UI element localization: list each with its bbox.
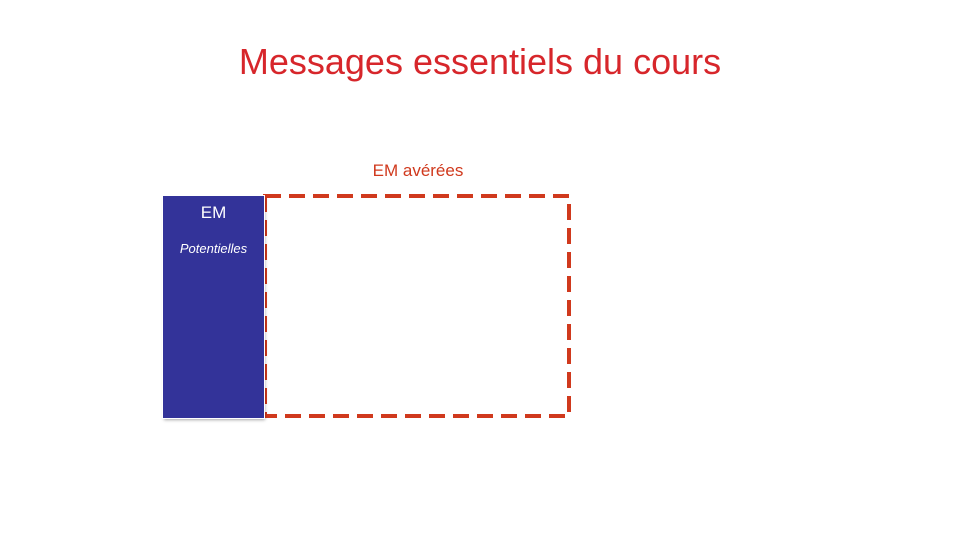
em-potentielles-block: EM Potentielles bbox=[163, 196, 264, 418]
em-block-subtitle: Potentielles bbox=[179, 241, 248, 256]
em-averees-dashed-box bbox=[263, 194, 571, 418]
dashed-rectangle bbox=[263, 194, 571, 418]
em-block-title: EM bbox=[200, 203, 227, 222]
